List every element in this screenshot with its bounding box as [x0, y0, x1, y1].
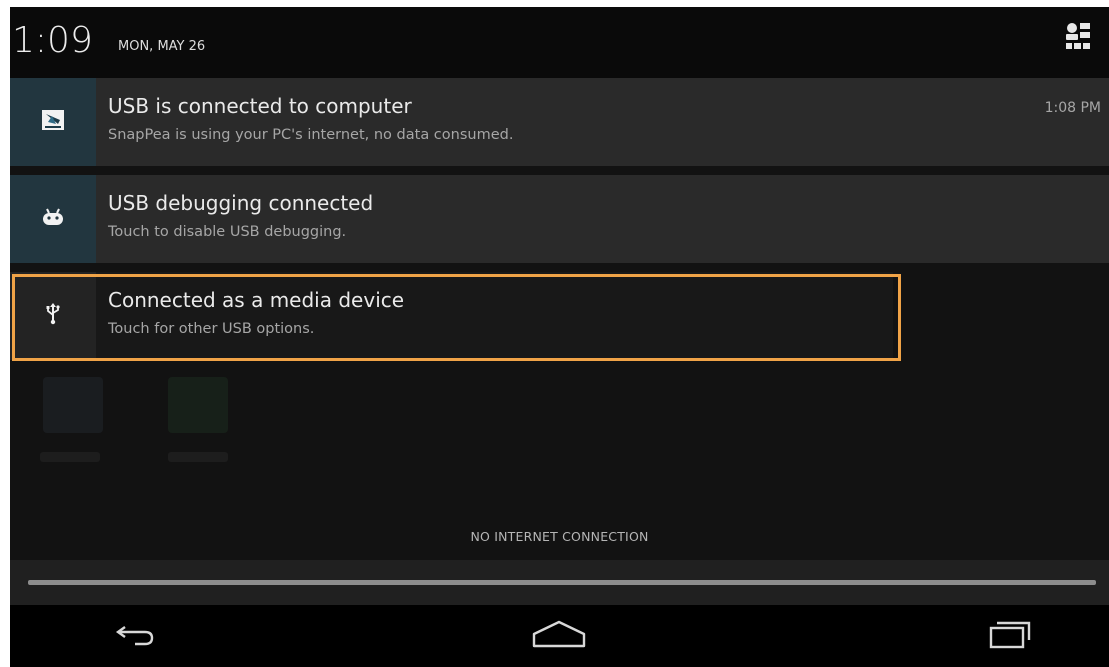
notification-title: Connected as a media device	[108, 288, 405, 312]
background-app-label	[168, 452, 228, 462]
usb-icon	[46, 303, 60, 329]
notification-subtitle: SnapPea is using your PC's internet, no …	[108, 127, 514, 143]
background-app-icon	[168, 377, 228, 433]
home-button[interactable]	[519, 613, 599, 659]
background-app-label	[40, 452, 100, 462]
notification-usb-debugging[interactable]: USB debugging connected Touch to disable…	[10, 175, 1109, 263]
quick-settings-icon[interactable]	[1065, 21, 1091, 57]
recent-apps-icon	[987, 619, 1033, 653]
notification-media-device[interactable]: Connected as a media device Touch for ot…	[10, 272, 893, 360]
drag-handle-bar	[28, 580, 1096, 585]
notification-subtitle: Touch for other USB options.	[108, 321, 315, 337]
shade-drag-handle[interactable]	[10, 560, 1109, 605]
android-debug-icon	[42, 208, 64, 230]
snappea-icon	[42, 110, 64, 134]
navigation-bar	[10, 605, 1109, 667]
date: MON, MAY 26	[118, 39, 206, 54]
notification-subtitle: Touch to disable USB debugging.	[108, 224, 347, 240]
recent-apps-button[interactable]	[970, 613, 1050, 659]
android-screen: 1:09 MON, MAY 26 USB is connected to com…	[10, 7, 1109, 667]
notification-icon-box	[10, 175, 96, 263]
home-icon	[531, 620, 587, 652]
back-button[interactable]	[95, 613, 175, 659]
notification-usb-connected[interactable]: USB is connected to computer SnapPea is …	[10, 78, 1109, 166]
network-status-text: NO INTERNET CONNECTION	[470, 529, 649, 544]
clock: 1:09	[12, 20, 93, 61]
notification-time: 1:08 PM	[1044, 100, 1101, 116]
notification-title: USB is connected to computer	[108, 94, 412, 118]
notification-icon-box	[10, 78, 96, 166]
back-icon	[115, 621, 155, 651]
notification-title: USB debugging connected	[108, 191, 374, 215]
notification-icon-box	[10, 272, 96, 360]
notification-shade-header: 1:09 MON, MAY 26	[10, 7, 1109, 78]
background-app-icon	[43, 377, 103, 433]
